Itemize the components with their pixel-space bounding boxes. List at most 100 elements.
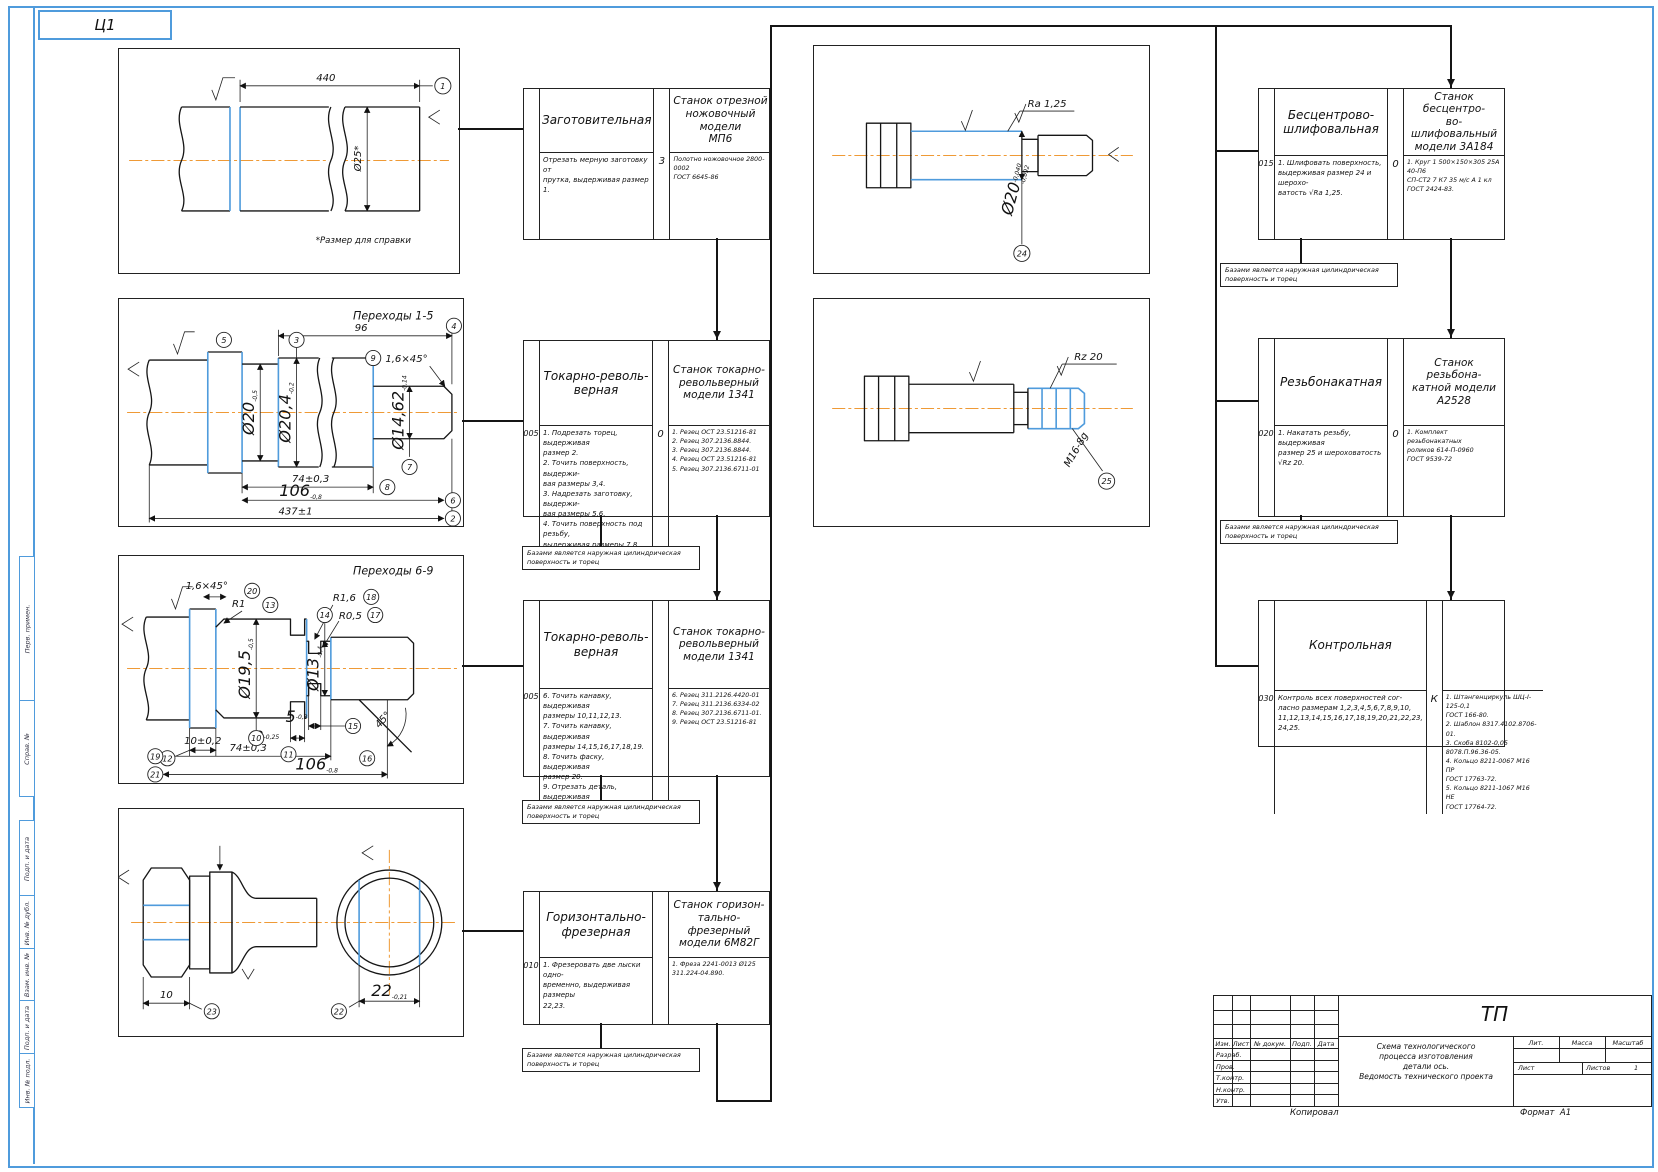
connector	[716, 1100, 772, 1102]
svg-text:16: 16	[362, 754, 372, 763]
roughness-icon	[173, 332, 194, 354]
operation-steps: 1. Шлифовать поверхность, выдерживая раз…	[1275, 156, 1387, 201]
svg-text:10: 10	[160, 990, 173, 1001]
operation-number-cell: 005	[524, 341, 540, 562]
col-list: Лист	[1232, 1040, 1250, 1048]
arrow-down-icon	[713, 591, 721, 599]
svg-text:3: 3	[294, 336, 299, 345]
drawing-sheet: Ц1 Перв. примен. Справ. № Подп. и дата И…	[0, 0, 1658, 1172]
row-nkontr: Н.контр.	[1216, 1086, 1245, 1094]
operation-number-cell: 010	[524, 892, 540, 1024]
connector	[1300, 515, 1302, 520]
balloon-1: 1	[435, 78, 451, 94]
svg-text:6: 6	[450, 496, 455, 505]
sheets-value: 1	[1634, 1064, 1638, 1072]
sketch-transitions-6-9: Переходы 6-9	[118, 555, 464, 784]
svg-text:10±0,2: 10±0,2	[184, 736, 221, 747]
svg-text:25: 25	[1101, 477, 1111, 486]
operation-steps: Контроль всех поверхностей сог- ласно ра…	[1275, 691, 1426, 736]
tooling-list: 1. Круг 1 500×150×305 25А 40-П6 СП-СТ2 7…	[1404, 156, 1504, 197]
svg-text:М16-8g: М16-8g	[1062, 430, 1091, 469]
connector	[770, 25, 1452, 27]
arrow-down-icon	[1447, 329, 1455, 337]
dim-440: 440	[240, 73, 433, 102]
sketch-blank: 440 Ø25* 1 *Размер для справки	[118, 48, 460, 274]
svg-text:24: 24	[1017, 249, 1027, 258]
col-podp: Подп.	[1290, 1040, 1314, 1048]
svg-text:2: 2	[450, 514, 455, 523]
balloon-7: 7	[402, 459, 417, 474]
sketch-grinding: Ra 1,25 Ø20-0,040-0,092 24	[813, 45, 1150, 274]
svg-text:18: 18	[366, 593, 376, 602]
svg-text:45°: 45°	[373, 710, 393, 731]
svg-text:14: 14	[320, 611, 330, 620]
svg-text:20: 20	[247, 587, 257, 596]
connector	[1215, 25, 1217, 665]
balloon-23: 23	[204, 1004, 219, 1019]
connector	[1215, 150, 1258, 152]
sketch-thread-rolling: Rz 20 М16-8g 25	[813, 298, 1150, 527]
roughness-callout: Rz 20	[1050, 352, 1117, 388]
svg-text:5: 5	[221, 336, 226, 345]
operation-card-turning-2: 005 Токарно-револь- верная 6. Точить кан…	[523, 600, 770, 777]
datum-icon	[119, 870, 129, 884]
svg-text:11: 11	[283, 750, 293, 759]
operation-steps: Отрезать мерную заготовку от прутка, выд…	[540, 153, 653, 198]
connector	[770, 25, 772, 1101]
sketch-1-5-svg: Переходы 1-5	[119, 299, 463, 526]
svg-text:12: 12	[162, 754, 172, 763]
svg-text:96: 96	[355, 323, 368, 334]
sketch-milling: 10 22-0,21 23 22	[118, 808, 464, 1037]
balloon-8: 8	[380, 480, 395, 495]
machine-title: Станок токарно- револьверный модели 1341	[669, 341, 769, 426]
dim-dia25: Ø25*	[352, 107, 367, 211]
operation-number-cell	[524, 89, 540, 239]
reference-note: *Размер для справки	[316, 236, 412, 246]
operation-card-cutting: Заготовительная Отрезать мерную заготовк…	[523, 88, 770, 240]
tooling-list: 1. Резец ОСТ 23.51216-81 2. Резец 307.21…	[669, 426, 769, 476]
svg-text:23: 23	[207, 1007, 217, 1016]
svg-text:1,6×45°: 1,6×45°	[186, 581, 228, 592]
svg-text:21: 21	[150, 770, 160, 779]
arrow-down-icon	[713, 331, 721, 339]
tooling-list: 6. Резец 311.2126.4420-01 7. Резец 311.2…	[669, 689, 769, 730]
sheet-label: Лист	[1518, 1064, 1534, 1072]
dim-45: 45°	[373, 708, 406, 746]
balloon-2: 2	[445, 511, 460, 526]
col-izm: Изм.	[1214, 1040, 1232, 1048]
balloon-17: 17	[368, 607, 383, 622]
connector	[458, 128, 523, 130]
sketch-milling-svg: 10 22-0,21 23 22	[119, 809, 463, 1036]
connector	[1300, 238, 1302, 263]
count-cell	[653, 601, 669, 815]
sketch-6-9-svg: Переходы 6-9	[119, 556, 463, 783]
svg-text:Rz 20: Rz 20	[1074, 352, 1102, 363]
frame-field-inv-podl: Инв. № подл.	[19, 1053, 35, 1108]
mill-direction	[220, 846, 254, 979]
tooling-list: Полотно ножовочное 2800-0002 ГОСТ 6645-8…	[670, 153, 770, 184]
base-note: Базами является наружная цилиндрическая …	[1220, 520, 1398, 544]
balloon-4: 4	[446, 318, 461, 333]
part-outline	[144, 609, 414, 752]
connector	[716, 775, 718, 891]
operation-number: 030	[1257, 694, 1275, 703]
svg-text:9: 9	[371, 354, 376, 363]
operation-number: 005	[522, 692, 540, 701]
operation-title: Токарно-револь- верная	[540, 601, 652, 689]
count-cell: 3	[654, 89, 670, 239]
balloon-21: 21	[148, 767, 163, 782]
sketch-blank-svg: 440 Ø25* 1 *Размер для справки	[119, 49, 459, 273]
svg-text:R0,5: R0,5	[339, 611, 362, 622]
datum-icon	[1109, 147, 1119, 161]
machine-title: Станок бесцентро- во-шлифовальный модели…	[1404, 89, 1504, 156]
operation-card-grinding: 015 Бесцентрово- шлифовальная 1. Шлифова…	[1258, 88, 1505, 240]
copied-label: Копировал	[1290, 1108, 1339, 1118]
frame-field-podp-data-1: Подп. и дата	[19, 820, 35, 897]
svg-text:R1: R1	[232, 599, 245, 610]
dim-dia20-e9: Ø20-0,040-0,092	[997, 131, 1031, 244]
sketch-grinding-svg: Ra 1,25 Ø20-0,040-0,092 24	[814, 46, 1149, 273]
operation-title: Бесцентрово- шлифовальная	[1275, 89, 1387, 156]
machine-title	[1443, 601, 1543, 691]
svg-text:13: 13	[265, 601, 275, 610]
sketch-transitions-1-5: Переходы 1-5	[118, 298, 464, 527]
